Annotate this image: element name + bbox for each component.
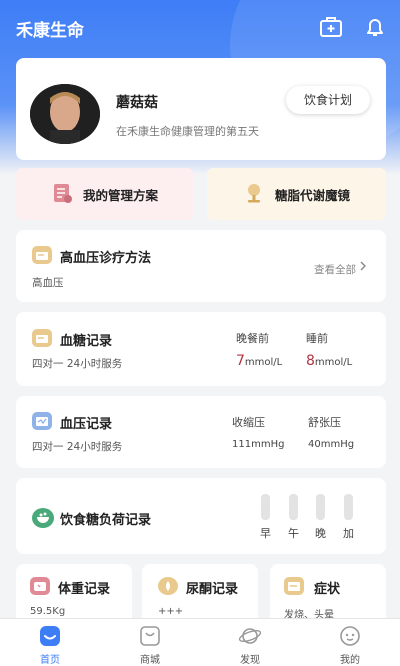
blood-sugar-icon <box>32 329 52 347</box>
weight-title: 体重记录 <box>58 582 111 597</box>
my-plan-button[interactable]: 我的管理方案 <box>16 168 193 220</box>
tab-mine-label: 我的 <box>340 655 360 666</box>
blood-sugar-title: 血糖记录 <box>60 334 113 349</box>
mirror-icon <box>243 182 265 207</box>
urine-ketone-value: +++ <box>158 606 184 617</box>
shop-icon <box>140 626 160 646</box>
diastolic-value: 40mmHg <box>308 439 355 450</box>
blood-pressure-card[interactable]: 血压记录 四对一 24小时服务 收缩压 111mmHg 舒张压 40mmHg <box>16 396 386 468</box>
bell-icon[interactable] <box>362 14 388 40</box>
urine-ketone-title: 尿酮记录 <box>186 582 239 597</box>
meal-bar-dinner <box>316 494 325 520</box>
face-icon <box>340 626 360 646</box>
diet-load-title: 饮食糖负荷记录 <box>60 513 152 528</box>
hypertension-card[interactable]: 高血压诊疗方法 高血压 查看全部 <box>16 230 386 302</box>
meal-label-lunch: 午 <box>288 527 299 540</box>
meal-bar-breakfast <box>261 494 270 520</box>
before-dinner-label: 晚餐前 <box>236 332 269 345</box>
metabolism-mirror-button[interactable]: 糖脂代谢魔镜 <box>207 168 386 220</box>
systolic-value: 111mmHg <box>232 439 285 450</box>
planet-icon <box>238 628 262 644</box>
my-plan-label: 我的管理方案 <box>82 187 158 203</box>
before-dinner-value: 7mmol/L <box>236 353 283 369</box>
blood-pressure-icon <box>32 412 52 430</box>
meal-bar-lunch <box>289 494 298 520</box>
before-sleep-value: 8mmol/L <box>306 353 353 369</box>
diet-plan-button[interactable]: 饮食计划 <box>285 86 370 114</box>
blood-pressure-subtitle: 四对一 24小时服务 <box>32 441 123 453</box>
chevron-right-icon[interactable] <box>356 258 370 272</box>
hypertension-subtitle: 高血压 <box>32 277 64 289</box>
see-all-link[interactable]: 查看全部 <box>314 262 356 277</box>
bowl-icon <box>32 508 54 528</box>
tab-discover[interactable]: 发现 <box>200 622 300 666</box>
diastolic-label: 舒张压 <box>308 416 341 429</box>
avatar[interactable] <box>30 84 100 144</box>
folder-icon <box>32 246 52 264</box>
user-description: 在禾康生命健康管理的第五天 <box>116 125 259 138</box>
tab-home-label: 首页 <box>40 655 60 666</box>
medical-kit-icon[interactable] <box>318 14 344 40</box>
systolic-label: 收缩压 <box>232 416 265 429</box>
scale-icon <box>30 577 50 595</box>
profile-card: 蘑菇菇 在禾康生命健康管理的第五天 饮食计划 <box>16 58 386 160</box>
home-icon <box>40 626 60 646</box>
tab-shop-label: 商城 <box>140 655 160 666</box>
diet-load-card[interactable]: 饮食糖负荷记录 <box>16 478 386 554</box>
blood-sugar-subtitle: 四对一 24小时服务 <box>32 358 123 370</box>
ketone-icon <box>158 577 178 595</box>
symptoms-icon <box>284 577 304 595</box>
symptoms-title: 症状 <box>314 582 341 597</box>
blood-pressure-title: 血压记录 <box>60 417 113 432</box>
tab-shop[interactable]: 商城 <box>100 622 200 666</box>
app-title: 禾康生命 <box>16 21 84 41</box>
metabolism-mirror-label: 糖脂代谢魔镜 <box>274 187 350 203</box>
hypertension-title: 高血压诊疗方法 <box>60 251 152 266</box>
weight-value: 59.5Kg <box>30 606 66 617</box>
plan-icon <box>51 182 73 207</box>
meal-label-dinner: 晚 <box>315 527 326 540</box>
before-sleep-label: 睡前 <box>306 332 328 345</box>
user-name: 蘑菇菇 <box>116 95 158 111</box>
meal-label-breakfast: 早 <box>260 527 271 540</box>
tab-discover-label: 发现 <box>240 655 260 666</box>
tab-home[interactable]: 首页 <box>0 622 100 666</box>
blood-sugar-card[interactable]: 血糖记录 四对一 24小时服务 晚餐前 7mmol/L 睡前 8mmol/L <box>16 312 386 386</box>
meal-bar-snack <box>344 494 353 520</box>
meal-label-snack: 加 <box>343 527 354 540</box>
tab-mine[interactable]: 我的 <box>300 622 400 666</box>
